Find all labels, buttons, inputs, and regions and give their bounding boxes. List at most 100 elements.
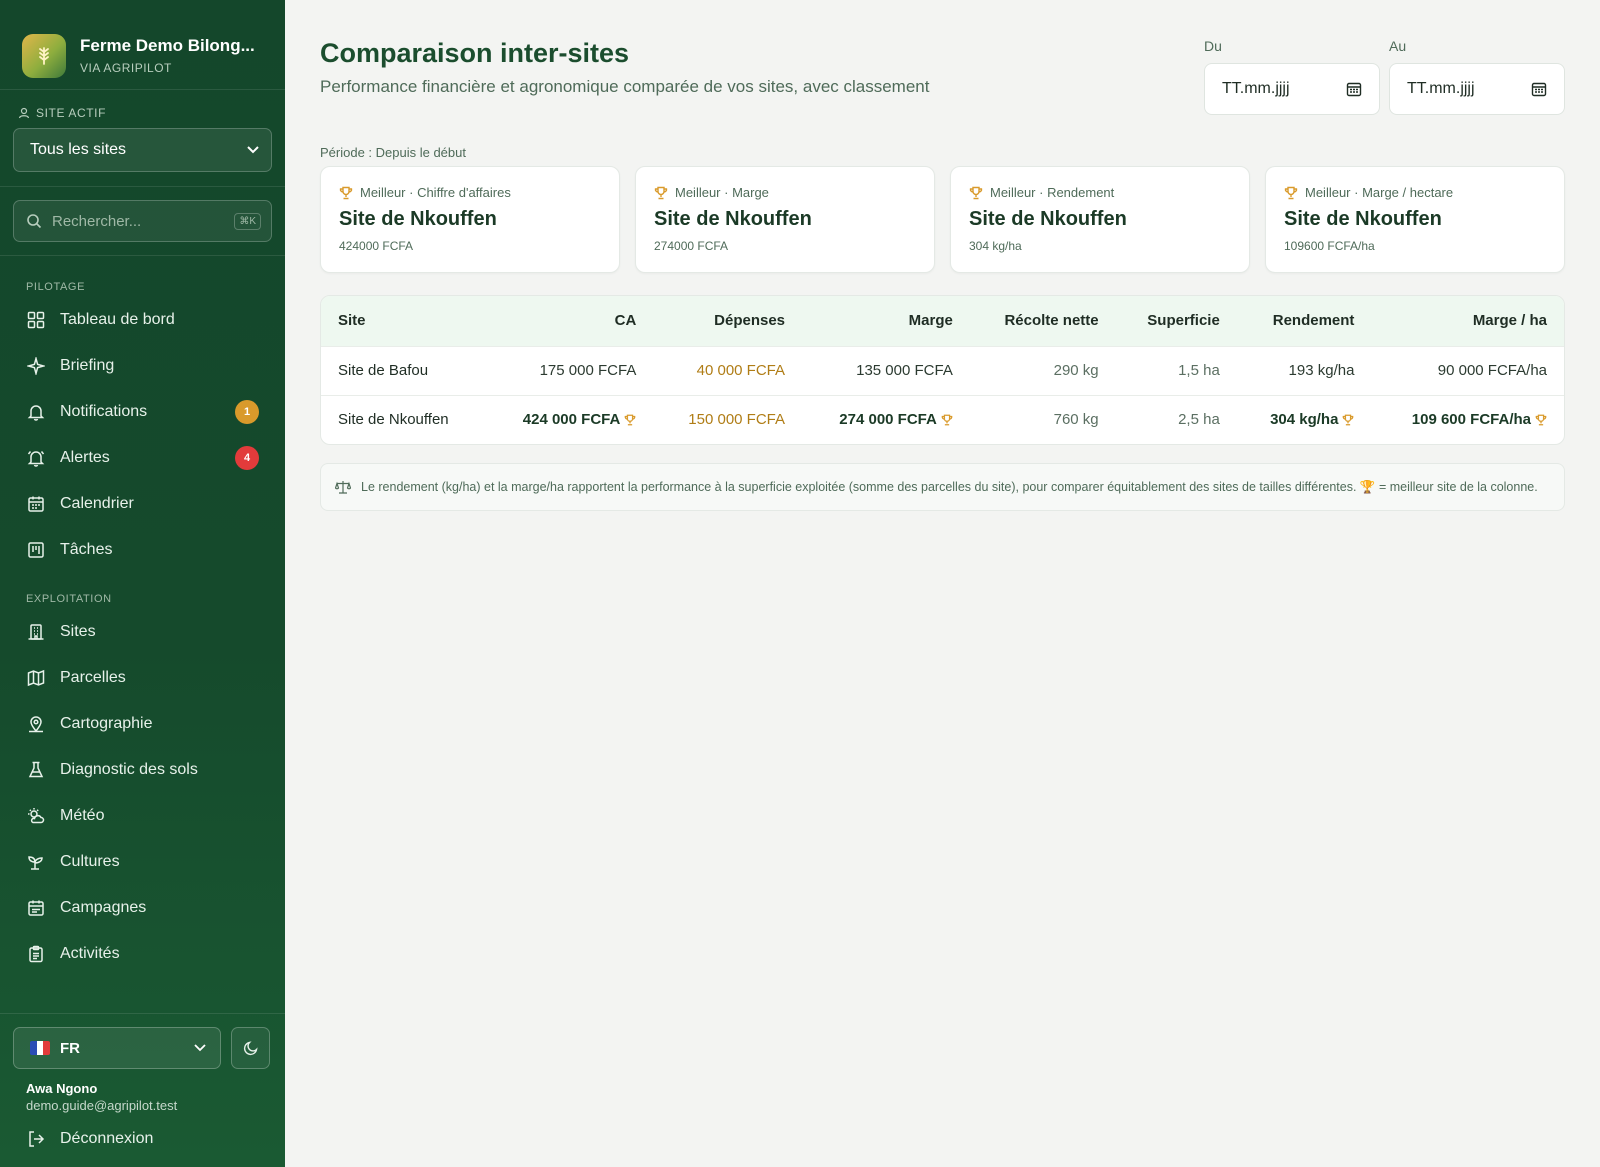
sidebar-item-cartographie[interactable]: Cartographie <box>0 701 285 747</box>
sidebar-item-campagnes[interactable]: Campagnes <box>0 885 285 931</box>
logout-icon <box>29 1131 45 1147</box>
col-header-ca[interactable]: CA <box>486 296 654 346</box>
cell-rendement-best: 304 kg/ha <box>1237 395 1372 444</box>
table-row[interactable]: Site de Nkouffen 424 000 FCFA 150 000 FC… <box>321 395 1564 444</box>
methodology-note-text: Le rendement (kg/ha) et la marge/ha rapp… <box>361 480 1538 494</box>
user-email: demo.guide@agripilot.test <box>26 1098 178 1113</box>
comparison-table: Site CA Dépenses Marge Récolte nette Sup… <box>320 295 1565 445</box>
sidebar-item-label: Campagnes <box>60 899 147 916</box>
user-pin-icon <box>18 107 30 119</box>
best-card-rendement: Meilleur · Rendement Site de Nkouffen 30… <box>950 166 1250 273</box>
sidebar: Ferme Demo Bilong... VIA AGRIPILOT SITE … <box>0 0 285 1167</box>
best-card-value: 274000 FCFA <box>654 239 729 253</box>
sidebar-item-label: Notifications <box>60 403 148 420</box>
col-header-rendement[interactable]: Rendement <box>1237 296 1372 346</box>
theme-toggle-button[interactable] <box>231 1027 270 1069</box>
cell-rendement: 193 kg/ha <box>1288 362 1355 379</box>
sidebar-item-label: Cartographie <box>60 715 153 732</box>
trophy-icon <box>941 414 953 426</box>
sidebar-item-notifications[interactable]: Notifications 1 <box>0 389 285 435</box>
col-header-marge[interactable]: Marge <box>802 296 970 346</box>
date-to-input[interactable]: TT.mm.jjjj <box>1389 63 1565 115</box>
language-row: FR <box>13 1027 272 1069</box>
trophy-icon <box>969 186 983 199</box>
language-code: FR <box>60 1039 80 1057</box>
sidebar-item-taches[interactable]: Tâches <box>0 527 285 573</box>
cell-ca-value: 424 000 FCFA <box>522 411 621 429</box>
cell-marge: 135 000 FCFA <box>856 362 953 379</box>
search-input[interactable]: Rechercher... ⌘K <box>13 200 272 242</box>
date-from-input[interactable]: TT.mm.jjjj <box>1204 63 1380 115</box>
active-site-value: Tous les sites <box>30 141 127 158</box>
col-header-recolte[interactable]: Récolte nette <box>970 296 1116 346</box>
date-from-value: TT.mm.jjjj <box>1222 80 1290 97</box>
table-row[interactable]: Site de Bafou 175 000 FCFA 40 000 FCFA 1… <box>321 346 1564 395</box>
farm-logo-icon <box>22 33 66 78</box>
cell-marge-best: 274 000 FCFA <box>802 395 970 444</box>
sidebar-item-label: Calendrier <box>60 495 134 512</box>
cell-site: Site de Nkouffen <box>338 411 449 429</box>
active-site-select[interactable]: Tous les sites <box>13 128 272 172</box>
cell-marge-ha: 90 000 FCFA/ha <box>1437 362 1547 379</box>
cell-marge-ha-value: 109 600 FCFA/ha <box>1411 411 1531 429</box>
trophy-icon <box>1284 186 1298 199</box>
methodology-note: Le rendement (kg/ha) et la marge/ha rapp… <box>320 463 1565 511</box>
best-card-label: Meilleur · Rendement <box>969 185 1231 200</box>
building-icon <box>26 622 46 642</box>
best-card-marge: Meilleur · Marge Site de Nkouffen 274000… <box>635 166 935 273</box>
sidebar-item-label: Sites <box>60 623 96 640</box>
alarm-icon <box>26 448 46 468</box>
alerts-count-badge: 4 <box>235 446 259 470</box>
sidebar-item-label: Alertes <box>60 449 110 466</box>
kanban-icon <box>26 540 46 560</box>
best-card-site: Site de Nkouffen <box>339 208 497 230</box>
sidebar-item-cultures[interactable]: Cultures <box>0 839 285 885</box>
active-site-label-text: SITE ACTIF <box>36 106 107 120</box>
best-card-value: 109600 FCFA/ha <box>1284 239 1375 253</box>
sidebar-item-label: Activités <box>60 945 120 962</box>
best-card-marge-ha: Meilleur · Marge / hectare Site de Nkouf… <box>1265 166 1565 273</box>
best-card-site: Site de Nkouffen <box>969 208 1127 230</box>
cell-depenses: 150 000 FCFA <box>688 411 786 429</box>
best-card-label: Meilleur · Chiffre d'affaires <box>339 185 601 200</box>
chevron-down-icon <box>194 1044 206 1052</box>
search-placeholder: Rechercher... <box>52 212 142 230</box>
sidebar-item-calendrier[interactable]: Calendrier <box>0 481 285 527</box>
date-to-group: Au TT.mm.jjjj <box>1389 38 1565 115</box>
sidebar-item-briefing[interactable]: Briefing <box>0 343 285 389</box>
best-card-label-text: Meilleur · Rendement <box>990 185 1115 200</box>
cell-depenses: 40 000 FCFA <box>696 362 786 379</box>
main-content: Comparaison inter-sites Performance fina… <box>285 0 1600 1167</box>
cell-marge-ha-best: 109 600 FCFA/ha <box>1371 395 1564 444</box>
cell-recolte: 290 kg <box>1053 362 1099 379</box>
trophy-icon <box>1343 414 1354 426</box>
period-label: Période : Depuis le début <box>320 145 466 160</box>
col-header-marge-ha[interactable]: Marge / ha <box>1371 296 1564 346</box>
sidebar-item-label: Météo <box>60 807 105 824</box>
sidebar-item-activites[interactable]: Activités <box>0 931 285 977</box>
cell-superficie: 2,5 ha <box>1178 411 1220 429</box>
trophy-icon <box>654 186 668 199</box>
table-header-row: Site CA Dépenses Marge Récolte nette Sup… <box>321 296 1564 346</box>
brand-header[interactable]: Ferme Demo Bilong... VIA AGRIPILOT <box>0 0 285 90</box>
sparkle-icon <box>26 356 46 376</box>
col-header-depenses[interactable]: Dépenses <box>653 296 802 346</box>
sidebar-item-label: Parcelles <box>60 669 126 686</box>
language-select[interactable]: FR <box>13 1027 221 1069</box>
flask-icon <box>26 760 46 780</box>
sidebar-item-dashboard[interactable]: Tableau de bord <box>0 297 285 343</box>
col-header-superficie[interactable]: Superficie <box>1116 296 1237 346</box>
flag-fr-icon <box>30 1041 50 1055</box>
sidebar-item-parcelles[interactable]: Parcelles <box>0 655 285 701</box>
sidebar-item-meteo[interactable]: Météo <box>0 793 285 839</box>
date-from-group: Du TT.mm.jjjj <box>1204 38 1380 115</box>
logout-button[interactable]: Déconnexion <box>13 1129 272 1149</box>
chevron-down-icon <box>247 146 259 154</box>
sidebar-item-alertes[interactable]: Alertes 4 <box>0 435 285 481</box>
app-root: Ferme Demo Bilong... VIA AGRIPILOT SITE … <box>0 0 1600 1167</box>
sidebar-item-diagnostic-sols[interactable]: Diagnostic des sols <box>0 747 285 793</box>
col-header-site[interactable]: Site <box>321 296 486 346</box>
sidebar-item-sites[interactable]: Sites <box>0 609 285 655</box>
best-card-label: Meilleur · Marge <box>654 185 916 200</box>
sidebar-item-label: Briefing <box>60 357 115 374</box>
